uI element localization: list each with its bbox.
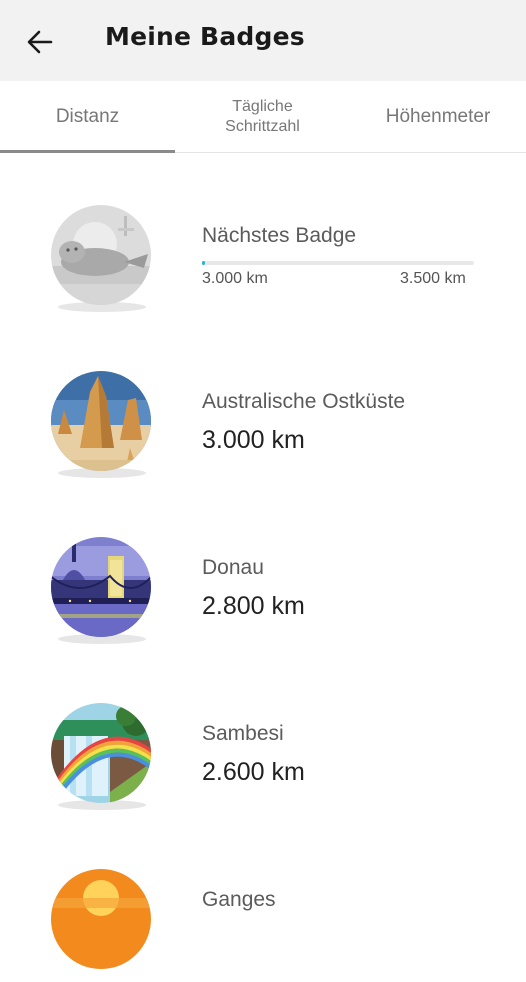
back-button[interactable] [22, 24, 58, 60]
tab-label-line2: Schrittzahl [225, 117, 300, 135]
arrow-left-icon [27, 30, 53, 54]
seal-badge-icon [51, 205, 151, 305]
app-bar: Meine Badges [0, 0, 526, 81]
page-title: Meine Badges [105, 22, 305, 51]
next-badge-row[interactable]: Nächstes Badge 3.000 km 3.500 km [0, 152, 526, 318]
progress-start-label: 3.000 km [202, 270, 268, 287]
badge-distance: 2.600 km [202, 758, 305, 786]
tab-label: Tägliche Schrittzahl [225, 97, 300, 137]
progress-fill [202, 261, 205, 265]
badge-container [50, 204, 152, 314]
badge-name: Donau [202, 556, 264, 579]
tab-label-line1: Tägliche [232, 97, 293, 115]
badge-row[interactable]: Australische Ostküste 3.000 km [0, 318, 526, 484]
badge-name: Sambesi [202, 722, 284, 745]
australia-rocks-badge-icon [51, 371, 151, 471]
tab-daily-steps[interactable]: Tägliche Schrittzahl [175, 81, 350, 152]
badge-row[interactable]: Donau 2.800 km [0, 484, 526, 650]
badge-row[interactable]: Sambesi 2.600 km [0, 650, 526, 816]
tab-elevation[interactable]: Höhenmeter [350, 81, 526, 152]
tab-label: Höhenmeter [385, 105, 491, 127]
tab-bar: Distanz Tägliche Schrittzahl Höhenmeter [0, 81, 526, 153]
badge-container [50, 536, 152, 646]
next-badge-label: Nächstes Badge [202, 224, 357, 247]
badge-row[interactable]: Ganges [0, 816, 526, 982]
badge-container [50, 370, 152, 480]
danube-bridge-badge-icon [51, 537, 151, 637]
badge-name: Australische Ostküste [202, 390, 406, 413]
tab-distanz[interactable]: Distanz [0, 81, 175, 153]
zambezi-waterfall-badge-icon [51, 703, 151, 803]
tab-label: Distanz [55, 105, 120, 127]
progress-end-label: 3.500 km [400, 270, 466, 287]
badge-name: Ganges [202, 888, 276, 911]
ganges-sunset-badge-icon [51, 869, 151, 969]
badge-container [50, 702, 152, 812]
badge-container [50, 868, 152, 978]
badge-distance: 3.000 km [202, 426, 305, 454]
progress-bar [202, 261, 474, 265]
badge-distance: 2.800 km [202, 592, 305, 620]
badge-list: Nächstes Badge 3.000 km 3.500 km Austral… [0, 152, 526, 982]
